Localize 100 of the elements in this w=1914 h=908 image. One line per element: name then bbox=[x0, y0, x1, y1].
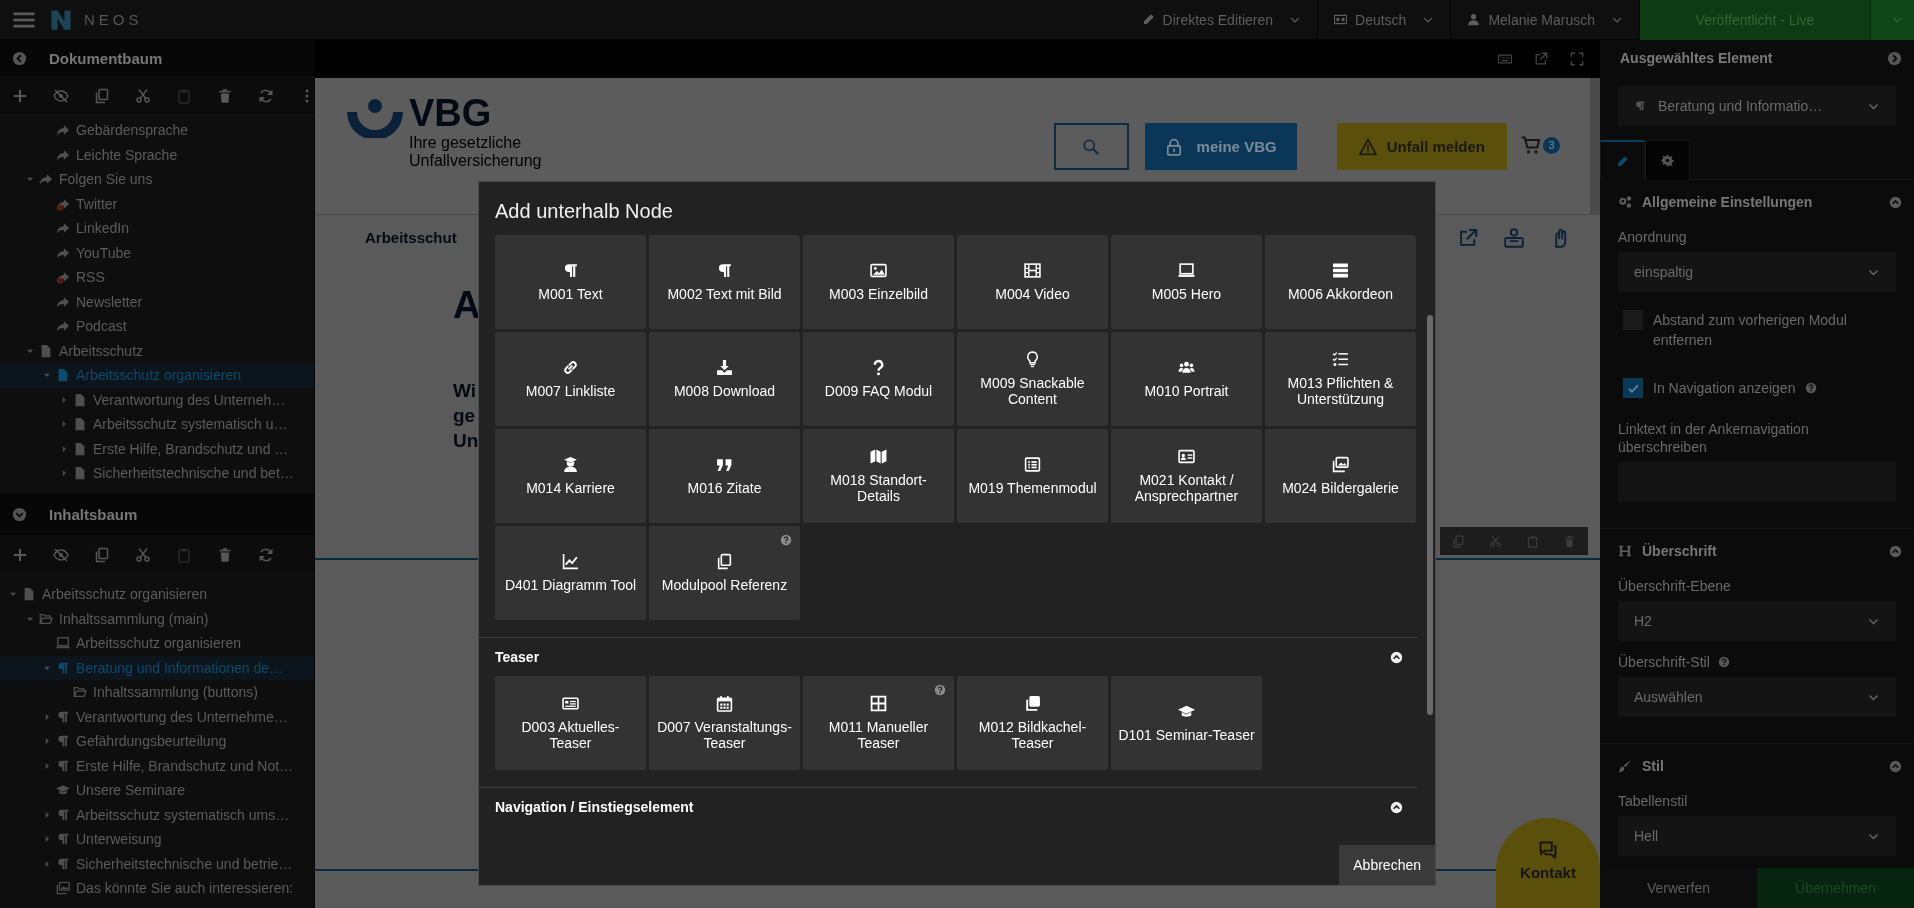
copy-icon[interactable] bbox=[94, 546, 110, 563]
trash-icon[interactable] bbox=[1563, 534, 1576, 548]
tree-item[interactable]: Verantwortung des Unterneh… bbox=[0, 387, 314, 412]
tree-item[interactable]: Das könnte Sie auch interessieren: bbox=[0, 876, 314, 901]
refresh-icon[interactable] bbox=[258, 546, 274, 563]
tree-item[interactable]: Arbeitsschutz organisieren bbox=[0, 631, 314, 656]
section-header[interactable]: Allgemeine Einstellungen bbox=[1600, 180, 1914, 224]
external-link-icon[interactable] bbox=[1458, 227, 1478, 248]
tree-item[interactable]: LinkedIn bbox=[0, 216, 314, 241]
collapse-icon[interactable] bbox=[12, 50, 27, 66]
tree-item[interactable]: Inhaltssammlung (main) bbox=[0, 606, 314, 631]
node-type-tile[interactable]: M009 Snackable Content bbox=[957, 332, 1108, 426]
expand-icon[interactable] bbox=[12, 506, 27, 522]
copy-icon[interactable] bbox=[1452, 534, 1465, 548]
keyboard-icon[interactable] bbox=[1498, 52, 1512, 66]
tab[interactable] bbox=[1600, 140, 1645, 180]
tree-item[interactable]: Arbeitsschutz bbox=[0, 338, 314, 363]
select-field[interactable]: H2 bbox=[1618, 601, 1896, 641]
group-header[interactable]: Navigation / Einstiegselement bbox=[479, 788, 1417, 826]
tree-item[interactable]: Inhaltssammlung (buttons) bbox=[0, 680, 314, 705]
collapse-icon[interactable] bbox=[1887, 50, 1902, 66]
external-link-icon[interactable] bbox=[1534, 52, 1548, 66]
node-type-tile[interactable]: D401 Diagramm Tool bbox=[495, 526, 646, 620]
contact-button[interactable]: Kontakt bbox=[1496, 818, 1600, 908]
tree-item[interactable]: Twitter bbox=[0, 191, 314, 216]
tree-item[interactable]: Arbeitsschutz organisieren bbox=[0, 582, 314, 607]
plus-icon[interactable] bbox=[12, 87, 28, 104]
help-icon[interactable] bbox=[1805, 382, 1818, 394]
node-type-tile[interactable]: D007 Veranstaltungs-Teaser bbox=[649, 676, 800, 770]
scrollbar[interactable] bbox=[1590, 78, 1600, 215]
node-type-tile[interactable]: M012 Bildkachel-Teaser bbox=[957, 676, 1108, 770]
select-field[interactable]: einspaltig bbox=[1618, 252, 1896, 292]
tree-item[interactable]: Newsletter bbox=[0, 289, 314, 314]
node-type-tile[interactable]: M008 Download bbox=[649, 332, 800, 426]
node-type-tile[interactable]: Modulpool Referenz bbox=[649, 526, 800, 620]
node-type-tile[interactable]: M021 Kontakt / Ansprechpartner bbox=[1111, 429, 1262, 523]
tree-item[interactable]: Unsere Seminare bbox=[0, 778, 314, 803]
help-icon[interactable] bbox=[934, 684, 946, 696]
node-type-tile[interactable]: M016 Zitate bbox=[649, 429, 800, 523]
tree-item[interactable]: Sicherheitstechnische und betrie… bbox=[0, 851, 314, 876]
person-icon[interactable] bbox=[1504, 227, 1524, 248]
cart-icon[interactable] bbox=[1521, 135, 1541, 155]
tree-item[interactable]: Gebärdensprache bbox=[0, 118, 314, 143]
copy-icon[interactable] bbox=[94, 87, 110, 104]
clipboard-icon[interactable] bbox=[1526, 534, 1539, 548]
node-type-tile[interactable]: M001 Text bbox=[495, 235, 646, 329]
section-header[interactable]: Überschrift bbox=[1600, 529, 1914, 573]
node-type-tile[interactable]: M007 Linkliste bbox=[495, 332, 646, 426]
trash-icon[interactable] bbox=[217, 87, 233, 104]
node-type-tile[interactable]: M006 Akkordeon bbox=[1265, 235, 1416, 329]
scrollbar[interactable] bbox=[1427, 315, 1433, 715]
nav-link[interactable]: Arbeitsschut bbox=[365, 229, 457, 246]
report-button[interactable]: Unfall melden bbox=[1336, 123, 1507, 170]
checkbox[interactable] bbox=[1623, 378, 1643, 398]
node-type-tile[interactable]: M018 Standort-Details bbox=[803, 429, 954, 523]
eye-slash-icon[interactable] bbox=[53, 546, 69, 563]
tree-item[interactable]: Sicherheitstechnische und bet… bbox=[0, 461, 314, 486]
tree-item[interactable]: Erste Hilfe, Brandschutz und Not… bbox=[0, 753, 314, 778]
node-type-tile[interactable]: M019 Themenmodul bbox=[957, 429, 1108, 523]
tree-item[interactable]: Arbeitsschutz systematisch u… bbox=[0, 412, 314, 437]
node-type-tile[interactable]: M014 Karriere bbox=[495, 429, 646, 523]
select-field[interactable]: Auswählen bbox=[1618, 677, 1896, 717]
node-type-tile[interactable]: D009 FAQ Modul bbox=[803, 332, 954, 426]
element-select[interactable]: Beratung und Informatio… bbox=[1618, 86, 1896, 126]
cancel-button[interactable]: Abbrechen bbox=[1339, 845, 1435, 885]
help-icon[interactable] bbox=[1717, 656, 1730, 668]
help-icon[interactable] bbox=[780, 534, 792, 546]
tree-item[interactable]: Unterweisung bbox=[0, 827, 314, 852]
node-type-tile[interactable]: M005 Hero bbox=[1111, 235, 1262, 329]
tree-item[interactable]: Beratung und Informationen de… bbox=[0, 655, 314, 680]
menu-button[interactable]: Direktes Editieren bbox=[1125, 0, 1319, 40]
node-type-tile[interactable]: M004 Video bbox=[957, 235, 1108, 329]
search-button[interactable] bbox=[1053, 123, 1129, 170]
tab[interactable] bbox=[1645, 140, 1690, 180]
menu-button[interactable]: Deutsch bbox=[1318, 0, 1452, 40]
tree-item[interactable]: Erste Hilfe, Brandschutz und … bbox=[0, 436, 314, 461]
tree-item[interactable]: Podcast bbox=[0, 314, 314, 339]
tree-item[interactable]: Verantwortung des Unternehme… bbox=[0, 704, 314, 729]
scissors-icon[interactable] bbox=[135, 546, 151, 563]
select-field[interactable]: Hell bbox=[1618, 816, 1896, 856]
tree-item[interactable]: Folgen Sie uns bbox=[0, 167, 314, 192]
tree-item[interactable]: Gefährdungsbeurteilung bbox=[0, 729, 314, 754]
node-type-tile[interactable]: M010 Portrait bbox=[1111, 332, 1262, 426]
tree-item[interactable]: Arbeitsschutz systematisch ums… bbox=[0, 802, 314, 827]
tree-item[interactable]: Arbeitsschutz organisieren bbox=[0, 363, 314, 388]
node-type-tile[interactable]: D101 Seminar-Teaser bbox=[1111, 676, 1262, 770]
node-type-tile[interactable]: D003 Aktuelles-Teaser bbox=[495, 676, 646, 770]
node-type-tile[interactable]: M002 Text mit Bild bbox=[649, 235, 800, 329]
node-type-tile[interactable]: M024 Bildergalerie bbox=[1265, 429, 1416, 523]
trash-icon[interactable] bbox=[217, 546, 233, 563]
scissors-icon[interactable] bbox=[135, 87, 151, 104]
refresh-icon[interactable] bbox=[258, 87, 274, 104]
plus-icon[interactable] bbox=[12, 546, 28, 563]
group-header[interactable]: Teaser bbox=[479, 638, 1417, 676]
node-type-tile[interactable]: M011 Manueller Teaser bbox=[803, 676, 954, 770]
fullscreen-icon[interactable] bbox=[1570, 52, 1584, 66]
scissors-icon[interactable] bbox=[1489, 534, 1502, 548]
tree-item[interactable]: Leichte Sprache bbox=[0, 142, 314, 167]
account-button[interactable]: meine VBG bbox=[1144, 123, 1297, 170]
node-type-tile[interactable]: M013 Pflichten & Unterstützung bbox=[1265, 332, 1416, 426]
